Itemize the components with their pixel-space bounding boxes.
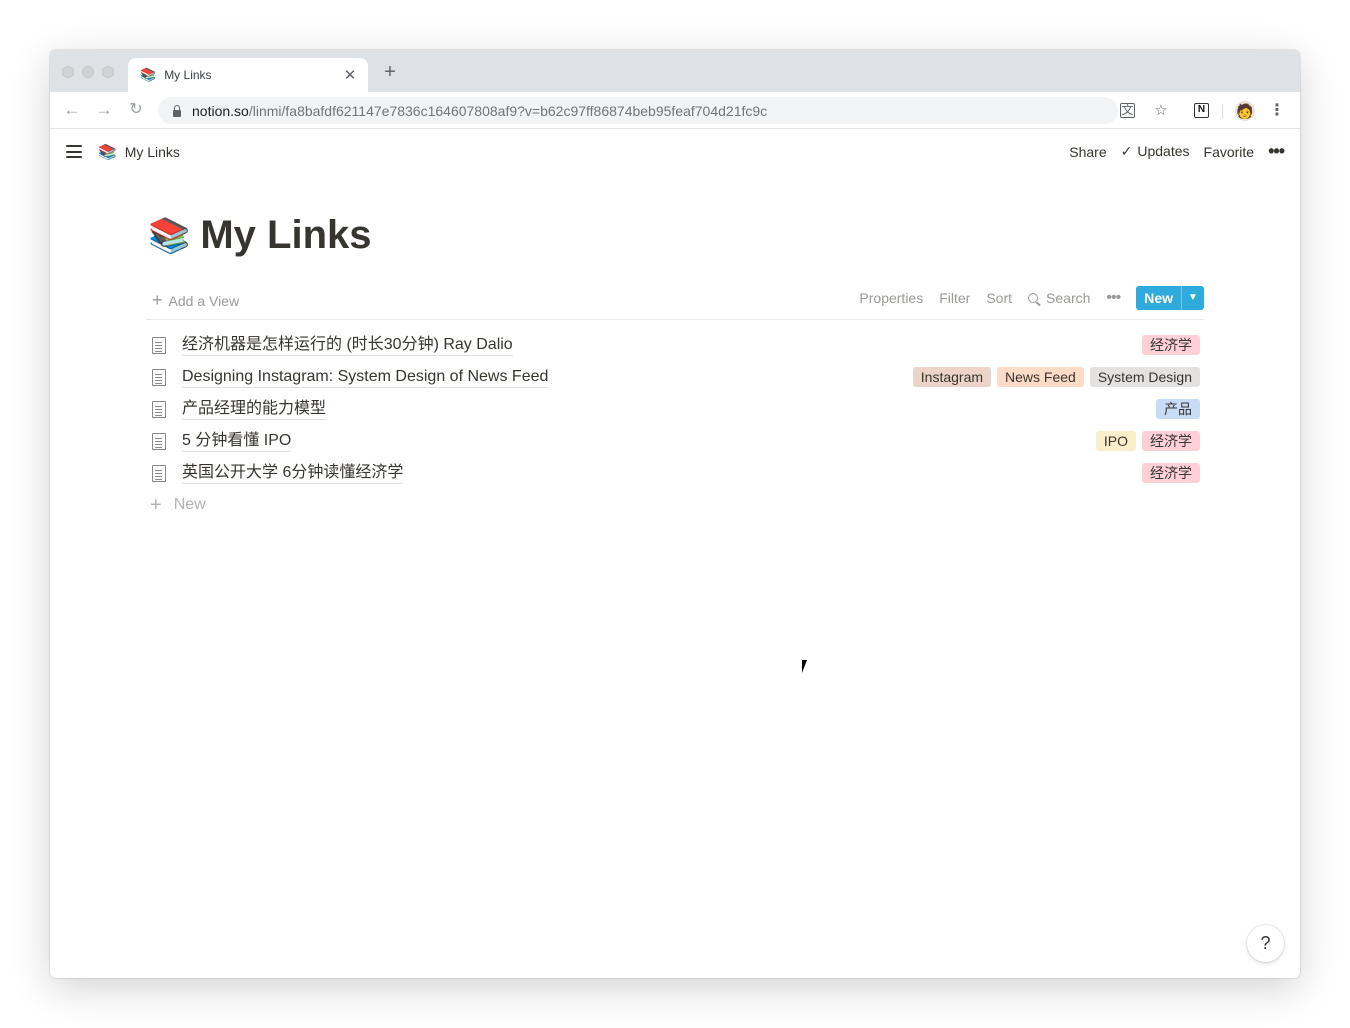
browser-toolbar: ← → ↻ notion.so/linmi/fa8bafdf621147e783… (50, 92, 1300, 129)
page-icon (152, 464, 166, 482)
search-button[interactable]: Search (1028, 290, 1090, 306)
new-row-label: New (173, 496, 206, 513)
page-icon (152, 432, 166, 450)
add-view-button[interactable]: + Add a View (152, 290, 239, 311)
maximize-window-button[interactable] (102, 66, 114, 78)
forward-icon[interactable]: → (94, 100, 114, 120)
tag-list: 产品 (1150, 399, 1200, 419)
add-view-label: Add a View (168, 292, 240, 309)
page-icon (152, 368, 166, 386)
tag: News Feed (997, 367, 1084, 387)
sort-button[interactable]: Sort (986, 290, 1012, 306)
browser-tab[interactable]: 📚 My Links ✕ (128, 58, 368, 92)
view-actions: Properties Filter Sort Search ••• New ▼ (859, 286, 1204, 310)
database-view-bar: + Add a View Properties Filter Sort Sear… (146, 280, 1204, 320)
share-button[interactable]: Share (1069, 144, 1106, 160)
database-list: 经济机器是怎样运行的 (时长30分钟) Ray Dalio 经济学 Designin… (146, 329, 1204, 521)
tab-strip: 📚 My Links ✕ + (50, 50, 1300, 92)
help-button[interactable]: ? (1247, 925, 1284, 962)
address-bar[interactable]: notion.so/linmi/fa8bafdf621147e7836c1646… (158, 97, 1168, 124)
new-tab-icon[interactable]: + (380, 62, 400, 82)
list-item-title[interactable]: 产品经理的能力模型 (182, 399, 327, 420)
more-options-icon[interactable]: ••• (1268, 141, 1285, 162)
tag-list: 经济学 (1136, 335, 1200, 355)
close-window-button[interactable] (62, 66, 74, 78)
properties-button[interactable]: Properties (859, 290, 923, 306)
lock-icon (172, 104, 182, 117)
tag-list: 经济学 (1136, 463, 1200, 483)
books-icon: 📚 (98, 144, 117, 161)
reload-icon[interactable]: ↻ (126, 100, 146, 120)
minimize-window-button[interactable] (82, 66, 94, 78)
topbar-actions: Share ✓ Updates Favorite ••• (1055, 141, 1285, 162)
browser-window: 📚 My Links ✕ + ← → ↻ notion.so/linmi/fa8… (50, 50, 1300, 978)
list-item[interactable]: 5 分钟看懂 IPO IPO 经济学 (146, 425, 1204, 457)
tag: 产品 (1156, 399, 1200, 419)
page-title-text[interactable]: My Links (200, 213, 371, 258)
page-icon (152, 336, 166, 354)
sidebar-toggle-icon[interactable] (66, 145, 82, 158)
tag: 经济学 (1142, 335, 1200, 355)
tab-title: My Links (164, 68, 212, 82)
chevron-down-icon[interactable]: ▼ (1181, 286, 1204, 310)
tag: 经济学 (1142, 431, 1200, 451)
tag: System Design (1089, 367, 1200, 387)
page-icon (152, 400, 166, 418)
translate-icon[interactable]: 文 (1120, 103, 1135, 118)
favorite-button[interactable]: Favorite (1204, 144, 1255, 160)
profile-avatar-icon[interactable]: 🧑 (1235, 101, 1255, 121)
new-button-group: New ▼ (1136, 286, 1204, 310)
notion-topbar: 📚 My Links Share ✓ Updates Favorite ••• (50, 129, 1300, 174)
list-item[interactable]: 产品经理的能力模型 产品 (146, 393, 1204, 425)
list-item-title[interactable]: 英国公开大学 6分钟读懂经济学 (182, 463, 404, 484)
plus-icon: + (150, 493, 162, 516)
mouse-cursor-icon (801, 658, 812, 675)
browser-menu-icon[interactable]: ⋮ (1267, 101, 1287, 121)
check-icon: ✓ (1120, 143, 1133, 159)
list-item[interactable]: Designing Instagram: System Design of Ne… (146, 361, 1204, 393)
view-more-icon[interactable]: ••• (1106, 289, 1121, 307)
add-new-row-button[interactable]: + New (146, 489, 1204, 521)
url-path: /linmi/fa8bafdf621147e7836c164607808af9?… (248, 102, 768, 119)
bookmark-star-icon[interactable]: ☆ (1152, 102, 1170, 120)
back-icon[interactable]: ← (62, 100, 82, 120)
tag: IPO (1095, 431, 1136, 451)
updates-label: Updates (1137, 143, 1190, 159)
list-item[interactable]: 经济机器是怎样运行的 (时长30分钟) Ray Dalio 经济学 (146, 329, 1204, 361)
updates-button[interactable]: ✓ Updates (1121, 143, 1190, 160)
breadcrumb-label: My Links (124, 144, 180, 160)
tag-list: IPO 经济学 (1090, 431, 1200, 451)
list-item[interactable]: 英国公开大学 6分钟读懂经济学 经济学 (146, 457, 1204, 489)
search-icon (1028, 293, 1039, 303)
new-button[interactable]: New (1136, 286, 1181, 310)
books-icon[interactable]: 📚 (148, 216, 190, 256)
list-item-title[interactable]: 经济机器是怎样运行的 (时长30分钟) Ray Dalio (182, 335, 513, 356)
breadcrumb[interactable]: 📚 My Links (98, 143, 180, 161)
close-tab-icon[interactable]: ✕ (342, 66, 358, 84)
url-host: notion.so (192, 102, 249, 119)
search-label: Search (1046, 290, 1091, 306)
tag: 经济学 (1142, 463, 1200, 483)
list-item-title[interactable]: Designing Instagram: System Design of Ne… (182, 367, 549, 388)
books-icon: 📚 (140, 67, 157, 82)
toolbar-divider (1222, 104, 1223, 118)
filter-button[interactable]: Filter (939, 290, 970, 306)
plus-icon: + (152, 290, 163, 310)
notion-extension-icon[interactable]: N (1194, 103, 1209, 118)
tag-list: Instagram News Feed System Design (907, 367, 1200, 387)
page-title: 📚 My Links (148, 213, 372, 258)
list-item-title[interactable]: 5 分钟看懂 IPO (182, 431, 292, 452)
tag: Instagram (912, 367, 992, 387)
